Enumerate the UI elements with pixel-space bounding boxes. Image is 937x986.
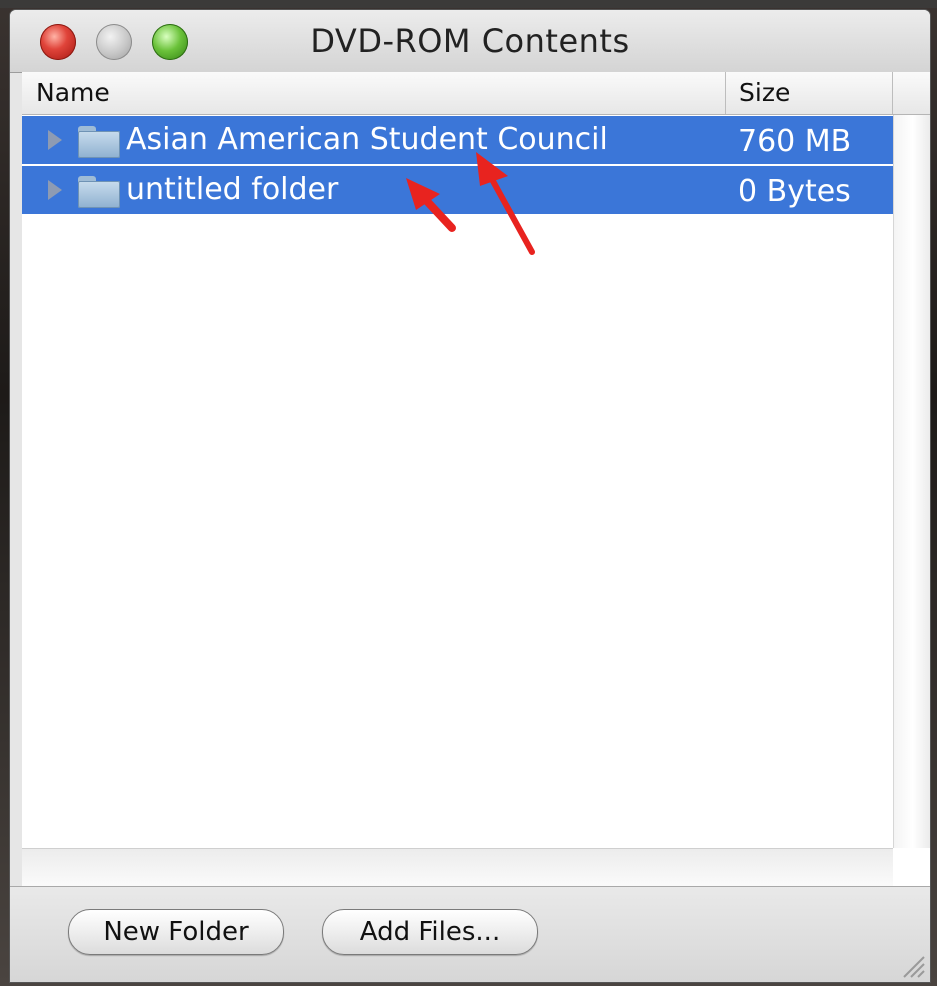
folder-icon — [78, 126, 120, 158]
folder-icon — [78, 176, 120, 208]
title-bar[interactable]: DVD-ROM Contents — [10, 10, 930, 73]
add-files-button[interactable]: Add Files... — [322, 909, 538, 955]
file-list[interactable]: Name Size Asian American Student Council… — [22, 72, 930, 887]
column-divider[interactable] — [892, 72, 893, 114]
column-header-name[interactable]: Name — [36, 78, 110, 107]
row-name: Asian American Student Council — [126, 122, 608, 157]
column-header-size[interactable]: Size — [739, 78, 790, 107]
bottom-toolbar: New Folder Add Files... — [10, 886, 930, 982]
desktop-strip — [0, 0, 937, 8]
new-folder-button[interactable]: New Folder — [68, 909, 284, 955]
list-row-untitled-folder[interactable]: untitled folder 0 Bytes — [22, 166, 893, 214]
window-title: DVD-ROM Contents — [310, 22, 630, 60]
horizontal-scrollbar[interactable] — [22, 848, 893, 887]
dvd-contents-window: DVD-ROM Contents Name Size Asian America… — [10, 10, 930, 982]
column-divider[interactable] — [725, 72, 726, 114]
vertical-scrollbar[interactable] — [893, 115, 930, 848]
row-name: untitled folder — [126, 172, 339, 207]
resize-grip-icon[interactable] — [896, 949, 926, 979]
disclosure-triangle-icon[interactable] — [48, 130, 62, 150]
list-header: Name Size — [22, 72, 930, 115]
row-size: 760 MB — [738, 124, 852, 159]
row-size: 0 Bytes — [738, 174, 851, 209]
list-row-asian-american-student-council[interactable]: Asian American Student Council 760 MB — [22, 116, 893, 164]
disclosure-triangle-icon[interactable] — [48, 180, 62, 200]
